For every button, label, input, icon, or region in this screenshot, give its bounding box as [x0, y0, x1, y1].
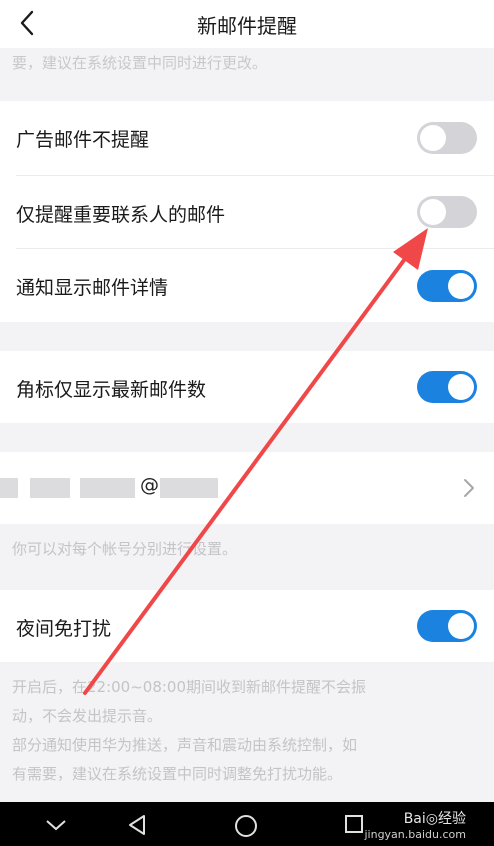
dnd-note-line: 部分通知使用华为推送，声音和震动由系统控制，如 — [12, 736, 358, 754]
dnd-note-line: 有需要，建议在系统设置中同时调整免打扰功能。 — [12, 765, 343, 783]
toggle-knob — [420, 199, 446, 225]
redacted-email-block — [160, 478, 218, 498]
account-email-fragment: @ — [140, 474, 159, 496]
night-dnd-group: 夜间免打扰 — [0, 590, 494, 662]
show-details-row[interactable]: 通知显示邮件详情 — [0, 249, 494, 321]
ad-mail-label: 广告邮件不提醒 — [16, 129, 150, 151]
recent-apps-icon[interactable] — [344, 814, 364, 834]
collapse-chevron-icon[interactable] — [44, 818, 68, 832]
important-contacts-toggle[interactable] — [417, 196, 477, 228]
account-note: 你可以对每个帐号分别进行设置。 — [12, 540, 238, 558]
dnd-note-line: 开启后，在22:00~08:00期间收到新邮件提醒不会振 — [12, 678, 367, 696]
show-details-toggle[interactable] — [417, 270, 477, 302]
ad-mail-toggle[interactable] — [417, 122, 477, 154]
account-row[interactable]: @ — [0, 452, 494, 524]
watermark-domain: jingyan.baidu.com — [364, 828, 466, 841]
redacted-email-block — [0, 478, 18, 498]
toggle-knob — [448, 374, 474, 400]
chevron-right-icon — [464, 479, 474, 497]
badge-settings-group: 角标仅显示最新邮件数 — [0, 351, 494, 423]
toggle-knob — [448, 273, 474, 299]
night-dnd-label: 夜间免打扰 — [16, 618, 112, 640]
top-bar: 新邮件提醒 — [0, 0, 494, 48]
truncated-hint-text: 要，建议在系统设置中同时进行更改。 — [12, 54, 268, 72]
badge-toggle[interactable] — [417, 371, 477, 403]
dnd-note: 开启后，在22:00~08:00期间收到新邮件提醒不会振 动，不会发出提示音。 … — [12, 673, 366, 789]
important-contacts-label: 仅提醒重要联系人的邮件 — [16, 204, 226, 226]
night-dnd-toggle[interactable] — [417, 610, 477, 642]
toggle-knob — [420, 125, 446, 151]
notification-settings-group: 广告邮件不提醒 仅提醒重要联系人的邮件 通知显示邮件详情 — [0, 101, 494, 322]
show-details-label: 通知显示邮件详情 — [16, 277, 169, 299]
system-nav-bar: Bai◎经验 jingyan.baidu.com — [0, 802, 494, 846]
badge-row[interactable]: 角标仅显示最新邮件数 — [0, 351, 494, 423]
dnd-note-line: 动，不会发出提示音。 — [12, 707, 163, 725]
ad-mail-row[interactable]: 广告邮件不提醒 — [0, 101, 494, 173]
back-triangle-icon[interactable] — [126, 814, 148, 836]
page-title: 新邮件提醒 — [197, 14, 297, 38]
toggle-knob — [448, 613, 474, 639]
redacted-email-block — [80, 478, 135, 498]
watermark-brand: Bai◎经验 — [403, 811, 466, 827]
redacted-email-block — [30, 478, 70, 498]
badge-label: 角标仅显示最新邮件数 — [16, 379, 207, 401]
important-contacts-row[interactable]: 仅提醒重要联系人的邮件 — [0, 176, 494, 248]
home-circle-icon[interactable] — [234, 814, 258, 838]
night-dnd-row[interactable]: 夜间免打扰 — [0, 590, 494, 662]
watermark: Bai◎经验 jingyan.baidu.com — [364, 808, 466, 841]
